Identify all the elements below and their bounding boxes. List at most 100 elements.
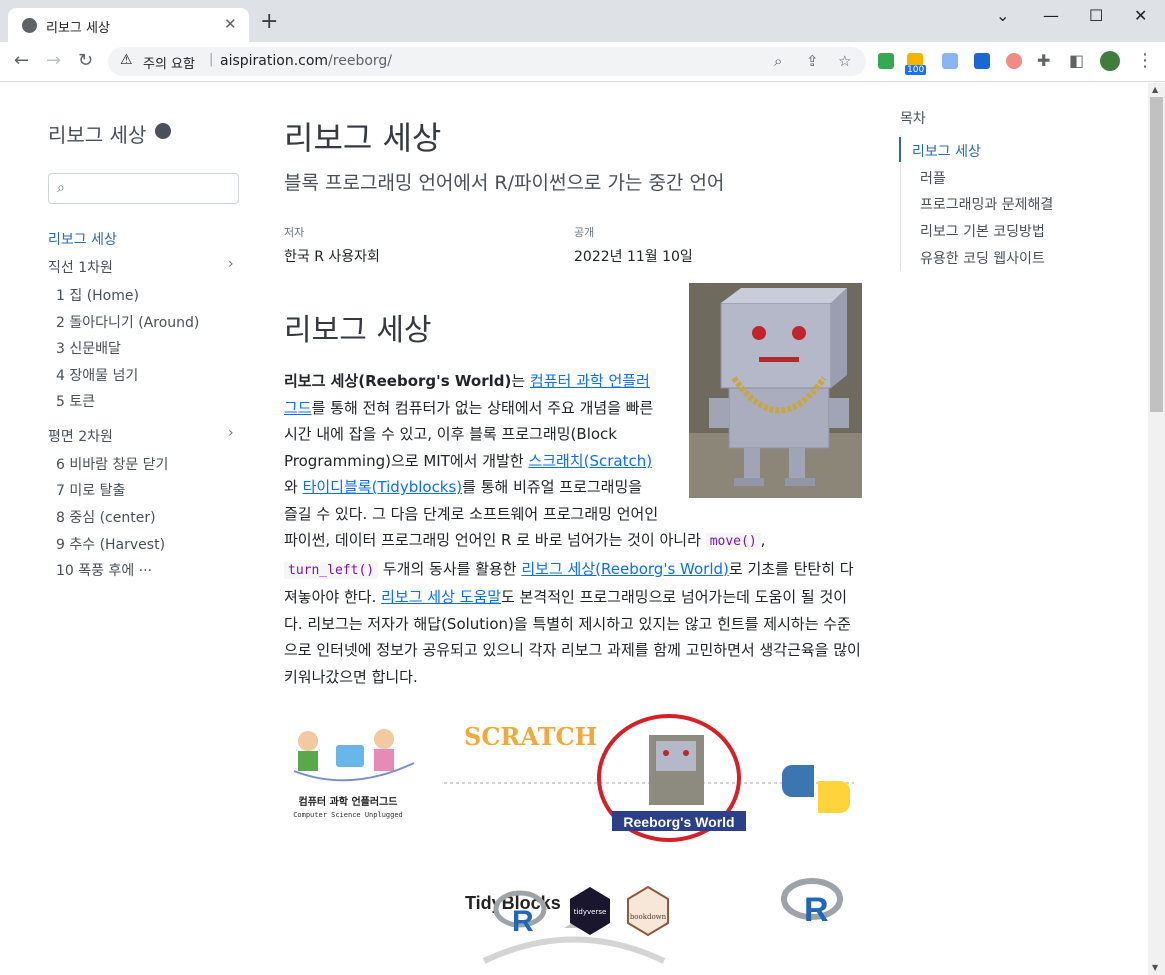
- sidebar-section-1d[interactable]: 직선 1차원 ›: [48, 256, 239, 277]
- sidebar-item[interactable]: 3 신문배달: [56, 338, 121, 358]
- text-run: ,: [760, 531, 766, 549]
- author-label: 저자: [284, 226, 305, 239]
- scrollbar-thumb[interactable]: [1150, 97, 1163, 412]
- r-ecosystem-logos: R tidyverse bookdown: [493, 885, 669, 938]
- scratch-logo: SCRATCH: [464, 722, 597, 751]
- toc-active-indicator: [899, 137, 901, 162]
- search-icon: ⌕: [57, 180, 65, 196]
- link-scratch[interactable]: 스크래치(Scratch): [528, 452, 652, 470]
- tidyverse-label: tidyverse: [574, 908, 607, 916]
- reload-icon[interactable]: ↻: [78, 50, 93, 71]
- cs-caption-en: Computer Science Unplugged: [293, 811, 403, 819]
- toc-title: 목차: [900, 111, 926, 127]
- menu-kebab-icon[interactable]: ⋮: [1136, 50, 1154, 71]
- window-close-icon[interactable]: ✕: [1134, 6, 1147, 25]
- sidebar-section-2d[interactable]: 평면 2차원 ›: [48, 425, 239, 446]
- page-content: 리보그 세상 ⌕ 리보그 세상 직선 1차원 › 1 집 (Home) 2 돌아다…: [0, 83, 1148, 975]
- link-reeborg-world[interactable]: 리보그 세상(Reeborg's World): [521, 560, 729, 578]
- extension-icon[interactable]: [1006, 53, 1022, 69]
- page-title: 리보그 세상: [284, 119, 442, 157]
- extension-icon[interactable]: [974, 53, 990, 69]
- url-host: aispiration.com: [220, 53, 329, 69]
- bookdown-hex-logo: bookdown: [627, 885, 669, 937]
- r-small-letter: R: [512, 905, 534, 938]
- link-tidyblocks[interactable]: 타이디블록(Tidyblocks): [303, 478, 463, 496]
- toc-item-programming[interactable]: 프로그래밍과 문제해결: [920, 194, 1053, 214]
- published-value: 2022년 11월 10일: [574, 249, 693, 265]
- sidebar-section-label: 평면 2차원: [48, 429, 113, 445]
- toc-item-ruffle[interactable]: 러플: [920, 168, 946, 188]
- divider: |: [209, 52, 214, 67]
- author-value: 한국 R 사용자회: [284, 249, 380, 265]
- tidyverse-hex-logo: tidyverse: [570, 887, 610, 935]
- vertical-scrollbar[interactable]: ▲ ▼: [1148, 83, 1165, 975]
- share-icon[interactable]: ⇪: [806, 52, 819, 70]
- url-text[interactable]: aispiration.com/reeborg/: [220, 53, 392, 69]
- sidebar-item[interactable]: 2 돌아다니기 (Around): [56, 312, 199, 332]
- new-tab-button[interactable]: +: [260, 11, 278, 33]
- sidebar-item-home[interactable]: 리보그 세상: [48, 229, 117, 249]
- toc-item-reeborg[interactable]: 리보그 세상: [912, 141, 981, 161]
- url-path: /reeborg/: [328, 53, 393, 69]
- browser-toolbar: ← → ↻ ⚠ 주의 요함 | aispiration.com/reeborg/…: [0, 42, 1165, 82]
- profile-avatar[interactable]: [1100, 51, 1120, 71]
- minimize-icon[interactable]: —: [1043, 6, 1059, 25]
- security-label[interactable]: 주의 요함: [143, 53, 195, 72]
- chevron-down-icon[interactable]: ⌄: [996, 6, 1009, 25]
- text-run: 는: [511, 372, 530, 390]
- toc-item-websites[interactable]: 유용한 코딩 웹사이트: [920, 248, 1045, 268]
- sidebar-item[interactable]: 1 집 (Home): [56, 285, 139, 305]
- code-turn-left: turn_left(): [284, 561, 379, 579]
- cs-caption: 컴퓨터 과학 언플러그드: [299, 795, 398, 808]
- reeborg-label: Reeborg's World: [623, 814, 734, 830]
- maximize-icon[interactable]: ☐: [1089, 6, 1103, 25]
- bookmark-star-icon[interactable]: ☆: [838, 52, 851, 70]
- section-heading: 리보그 세상: [284, 313, 432, 348]
- page-subtitle: 블록 프로그래밍 언어에서 R/파이썬으로 가는 중간 언어: [284, 172, 725, 194]
- puzzle-icon[interactable]: ✚: [1037, 51, 1050, 70]
- globe-icon: [22, 18, 37, 33]
- search-input[interactable]: ⌕: [48, 173, 239, 204]
- reeborg-term: 리보그 세상(Reeborg's World): [284, 372, 512, 390]
- forward-icon[interactable]: →: [46, 50, 61, 71]
- python-logo: [782, 765, 850, 813]
- warning-icon[interactable]: ⚠: [120, 52, 133, 68]
- text-run: 와: [284, 478, 303, 496]
- chevron-right-icon: ›: [228, 425, 234, 441]
- reeborg-robot-photo: [689, 283, 862, 498]
- address-bar[interactable]: ⚠ 주의 요함 | aispiration.com/reeborg/ ⌕ ⇪ ☆: [108, 47, 866, 76]
- sidebar-item[interactable]: 6 비바람 창문 닫기: [56, 454, 168, 474]
- bookdown-label: bookdown: [630, 913, 667, 921]
- back-icon[interactable]: ←: [14, 50, 29, 71]
- r-logo-letter: R: [804, 891, 829, 929]
- r-logo-small: R: [493, 890, 547, 938]
- search-icon[interactable]: ⌕: [774, 52, 782, 70]
- browser-tab[interactable]: 리보그 세상 ✕: [8, 8, 249, 42]
- sidepanel-icon[interactable]: ◧: [1069, 51, 1084, 70]
- sidebar-section-label: 직선 1차원: [48, 260, 113, 276]
- sidebar-item[interactable]: 10 폭풍 후에 ···: [56, 560, 152, 580]
- github-icon[interactable]: [155, 123, 171, 139]
- code-move: move(): [705, 533, 761, 550]
- sidebar-item[interactable]: 5 토큰: [56, 391, 95, 411]
- scroll-down-icon[interactable]: ▼: [1152, 963, 1158, 972]
- toc-item-basic-coding[interactable]: 리보그 기본 코딩방법: [920, 221, 1045, 241]
- scroll-up-icon[interactable]: ▲: [1152, 85, 1158, 94]
- reeborg-world-logo: Reeborg's World: [597, 714, 746, 842]
- extension-icon[interactable]: [942, 53, 958, 69]
- tab-strip: 리보그 세상 ✕ + ⌄ — ☐ ✕: [0, 0, 1165, 42]
- intro-paragraph: 리보그 세상(Reeborg's World)는 컴퓨터 과학 언플러그드를 통…: [284, 283, 862, 690]
- close-tab-icon[interactable]: ✕: [224, 15, 237, 33]
- sidebar-item[interactable]: 9 추수 (Harvest): [56, 534, 165, 554]
- extension-badge: 100: [905, 65, 927, 75]
- sidebar-item[interactable]: 8 중심 (center): [56, 507, 156, 527]
- r-logo: R: [781, 878, 843, 929]
- text-run: 두개의 동사를 활용한: [378, 559, 522, 578]
- link-reeborg-help[interactable]: 리보그 세상 도움말: [381, 588, 501, 606]
- extension-icon[interactable]: [878, 53, 894, 69]
- site-title[interactable]: 리보그 세상: [48, 119, 146, 148]
- cs-unplugged-logo: 컴퓨터 과학 언플러그드 Computer Science Unplugged: [293, 729, 415, 819]
- chevron-right-icon: ›: [228, 256, 234, 272]
- sidebar-item[interactable]: 7 미로 탈출: [56, 480, 125, 500]
- sidebar-item[interactable]: 4 장애물 넘기: [56, 365, 138, 385]
